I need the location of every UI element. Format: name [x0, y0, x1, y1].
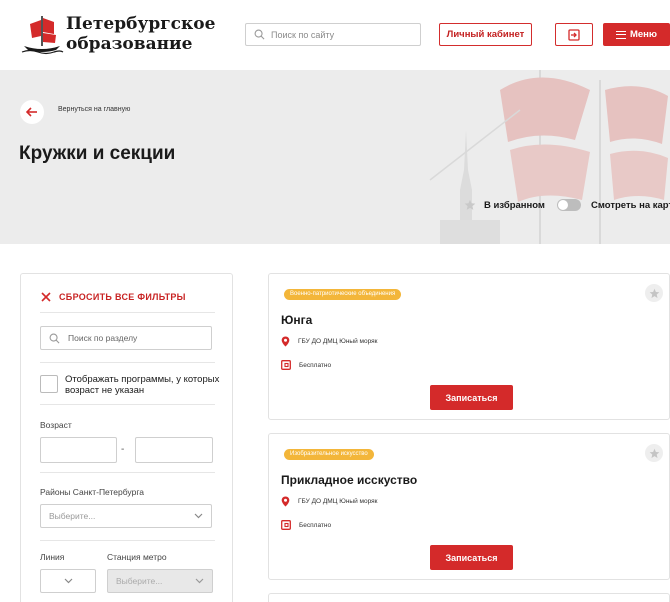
- chevron-down-icon: [194, 513, 203, 519]
- line-label: Линия: [40, 552, 65, 562]
- search-placeholder: Поиск по сайту: [271, 29, 335, 40]
- organization-name: ГБУ ДО ДМЦ Юный моряк: [298, 498, 378, 505]
- enroll-button[interactable]: Записаться: [430, 385, 513, 410]
- close-icon: [41, 292, 51, 302]
- brand-name[interactable]: Петербургское образование: [66, 14, 215, 54]
- map-label: Смотреть на карте: [591, 199, 670, 211]
- map-view-toggle[interactable]: Смотреть на карте: [557, 199, 670, 211]
- hero-banner: Вернуться на главную Кружки и секции В и…: [0, 70, 670, 244]
- divider: [40, 362, 215, 363]
- favorite-button[interactable]: [645, 444, 663, 462]
- favorites-label: В избранном: [484, 199, 545, 211]
- toggle-switch[interactable]: [557, 199, 581, 211]
- brand-line-2: образование: [66, 34, 193, 54]
- program-card: [268, 593, 670, 602]
- age-from-input[interactable]: [40, 437, 117, 463]
- metro-placeholder: Выберите...: [116, 576, 163, 586]
- search-icon: [254, 29, 265, 40]
- program-price: Бесплатно: [281, 360, 331, 370]
- back-button[interactable]: [20, 100, 44, 124]
- price-text: Бесплатно: [299, 521, 332, 529]
- program-card: Военно-патриотические объединения Юнга Г…: [268, 273, 670, 420]
- divider: [40, 472, 215, 473]
- location-pin-icon: [281, 496, 290, 507]
- section-search-placeholder: Поиск по разделу: [68, 333, 138, 343]
- personal-cabinet-button[interactable]: Личный кабинет: [439, 23, 532, 46]
- star-icon: [649, 288, 659, 298]
- login-icon: [568, 28, 580, 41]
- program-organization: ГБУ ДО ДМЦ Юный моряк: [281, 496, 378, 507]
- page-title: Кружки и секции: [19, 143, 176, 164]
- line-select[interactable]: [40, 569, 96, 593]
- age-label: Возраст: [40, 420, 72, 430]
- menu-label: Меню: [629, 29, 658, 40]
- menu-button[interactable]: Меню: [603, 23, 670, 46]
- site-header: Петербургское образование Поиск по сайту…: [0, 0, 670, 70]
- enroll-button[interactable]: Записаться: [430, 545, 513, 570]
- location-pin-icon: [281, 336, 290, 347]
- filter-panel: СБРОСИТЬ ВСЕ ФИЛЬТРЫ Поиск по разделу От…: [20, 273, 233, 602]
- site-search-input[interactable]: Поиск по сайту: [245, 23, 421, 46]
- login-button[interactable]: [555, 23, 593, 46]
- age-to-input[interactable]: [135, 437, 213, 463]
- price-text: Бесплатно: [299, 361, 332, 369]
- district-label: Районы Санкт-Петербурга: [40, 487, 144, 497]
- category-badge: Изобразительное искусство: [284, 449, 374, 460]
- star-icon: [649, 448, 659, 458]
- favorite-button[interactable]: [645, 284, 663, 302]
- wallet-icon: [281, 360, 291, 370]
- no-age-checkbox[interactable]: [40, 375, 58, 393]
- chevron-down-icon: [195, 578, 204, 584]
- category-badge: Военно-патриотические объединения: [284, 289, 402, 300]
- section-search-input[interactable]: Поиск по разделу: [40, 326, 212, 350]
- program-price: Бесплатно: [281, 520, 331, 530]
- reset-filters-label: СБРОСИТЬ ВСЕ ФИЛЬТРЫ: [59, 292, 186, 302]
- organization-name: ГБУ ДО ДМЦ Юный моряк: [298, 338, 378, 345]
- divider: [40, 540, 215, 541]
- ship-logo-icon[interactable]: [20, 12, 64, 56]
- arrow-left-icon: [26, 107, 37, 117]
- divider: [40, 404, 215, 405]
- burger-icon: [615, 30, 626, 39]
- sailing-ship-illustration: [429, 70, 668, 244]
- program-organization: ГБУ ДО ДМЦ Юный моряк: [281, 336, 378, 347]
- search-icon: [49, 333, 60, 343]
- favorites-filter[interactable]: В избранном: [464, 199, 545, 211]
- no-age-label: Отображать программы, у которых возраст …: [65, 374, 220, 396]
- program-title[interactable]: Прикладное исскуство: [281, 473, 417, 487]
- star-icon: [464, 199, 476, 210]
- divider: [40, 312, 215, 313]
- district-placeholder: Выберите...: [49, 511, 96, 521]
- program-title[interactable]: Юнга: [281, 313, 312, 327]
- chevron-down-icon: [64, 578, 72, 584]
- back-link[interactable]: Вернуться на главную: [58, 106, 130, 113]
- reset-filters-button[interactable]: СБРОСИТЬ ВСЕ ФИЛЬТРЫ: [41, 292, 186, 302]
- program-card: Изобразительное искусство Прикладное исс…: [268, 433, 670, 580]
- district-select[interactable]: Выберите...: [40, 504, 212, 528]
- metro-label: Станция метро: [107, 552, 167, 562]
- wallet-icon: [281, 520, 291, 530]
- brand-line-1: Петербургское: [66, 14, 216, 34]
- metro-select[interactable]: Выберите...: [107, 569, 213, 593]
- age-separator: -: [121, 444, 125, 455]
